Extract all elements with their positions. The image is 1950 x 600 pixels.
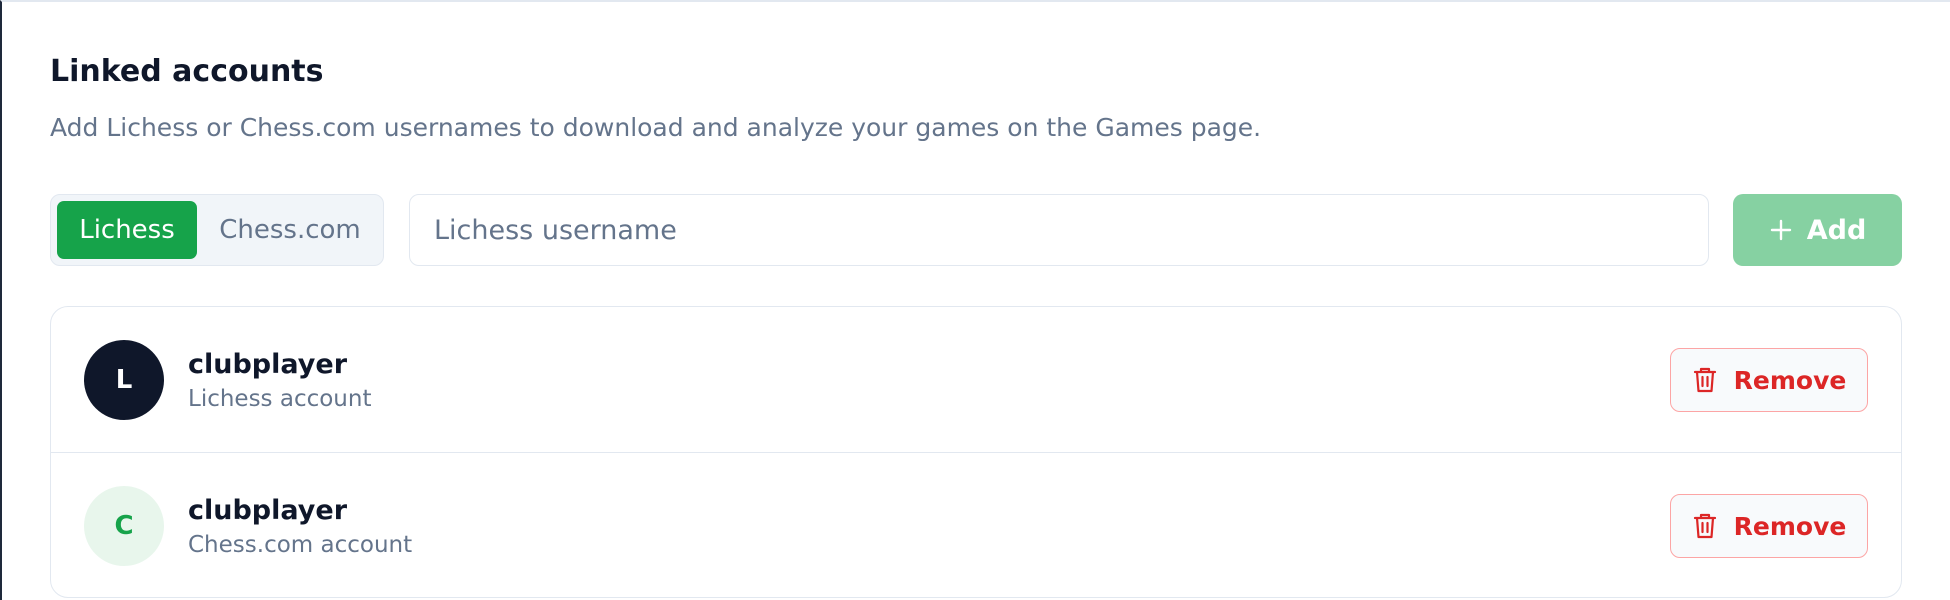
account-type: Lichess account (188, 386, 372, 412)
list-item: C clubplayer Chess.com account Remove (51, 453, 1901, 597)
linked-accounts-list: L clubplayer Lichess account Remove C cl… (50, 306, 1902, 598)
add-button-label: Add (1806, 214, 1867, 246)
section-title: Linked accounts (50, 54, 324, 89)
add-account-controls: Lichess Chess.com Add (50, 194, 1902, 266)
trash-icon (1693, 367, 1716, 393)
account-username: clubplayer (188, 495, 348, 526)
platform-option-chesscom[interactable]: Chess.com (203, 201, 377, 259)
add-button[interactable]: Add (1733, 194, 1902, 266)
platform-option-lichess[interactable]: Lichess (57, 201, 197, 259)
remove-button-label: Remove (1733, 511, 1847, 541)
avatar: C (84, 486, 164, 566)
trash-icon (1693, 513, 1716, 539)
avatar: L (84, 340, 164, 420)
list-item: L clubplayer Lichess account Remove (51, 307, 1901, 453)
remove-button-label: Remove (1733, 365, 1847, 395)
account-username: clubplayer (188, 349, 348, 380)
plus-icon (1770, 219, 1791, 241)
section-description: Add Lichess or Chess.com usernames to do… (50, 113, 1262, 142)
remove-button[interactable]: Remove (1670, 494, 1868, 558)
platform-toggle: Lichess Chess.com (50, 194, 384, 266)
remove-button[interactable]: Remove (1670, 348, 1868, 412)
username-input[interactable] (409, 194, 1709, 266)
account-type: Chess.com account (188, 532, 413, 558)
